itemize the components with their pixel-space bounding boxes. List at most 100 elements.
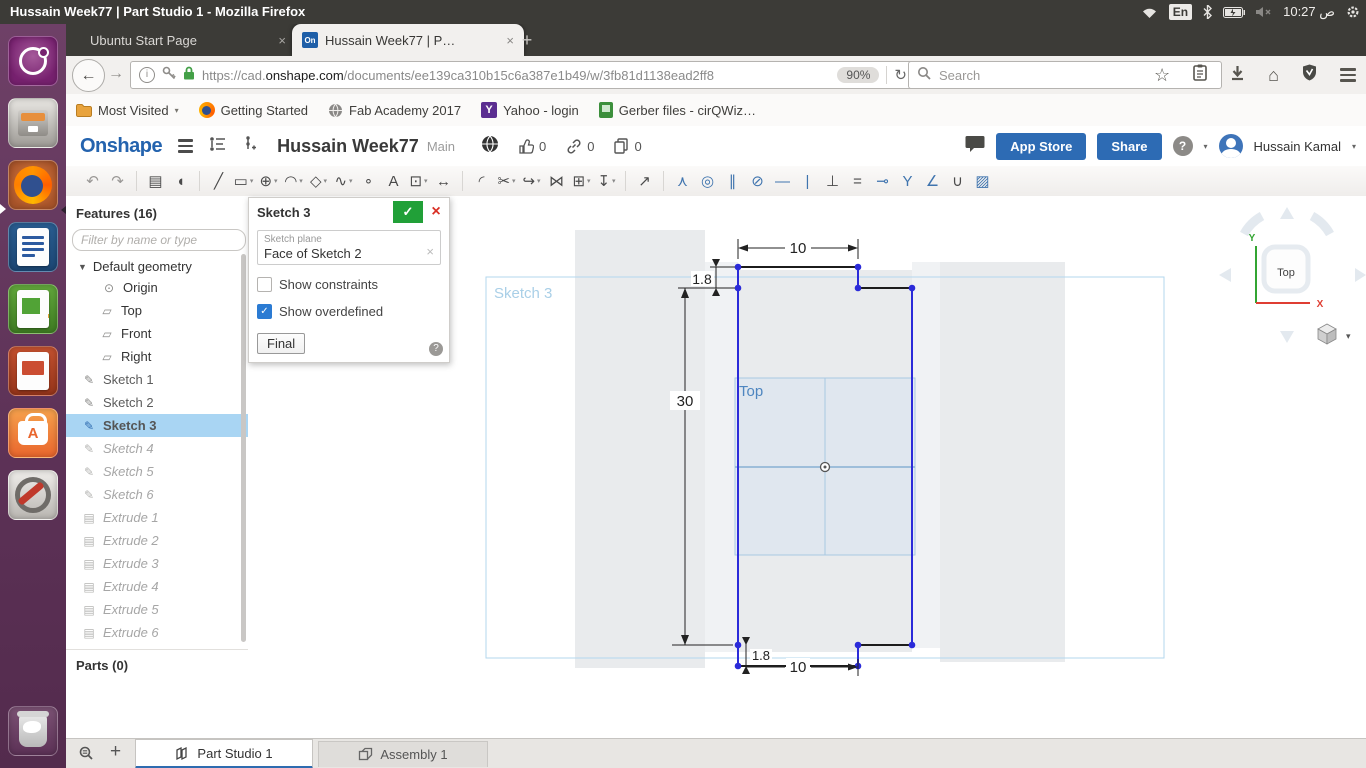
feature-item-sketch-4[interactable]: ✎ Sketch 4 xyxy=(66,437,248,460)
default-geometry-group[interactable]: ▼ Default geometry xyxy=(66,251,248,276)
dropdown-caret-icon[interactable]: ▾ xyxy=(324,177,328,185)
assembly-tab[interactable]: Assembly 1 xyxy=(318,741,488,767)
copy-counter[interactable]: 0 xyxy=(614,138,642,154)
sketch-icon[interactable]: ▤ xyxy=(143,169,168,193)
vertical-constraint-icon[interactable]: | xyxy=(795,169,820,193)
dropdown-caret-icon[interactable]: ▾ xyxy=(537,177,541,185)
help-icon[interactable]: ? xyxy=(1172,136,1193,156)
normal-constraint-icon[interactable]: ∠ xyxy=(920,169,945,193)
battery-icon[interactable] xyxy=(1223,6,1246,18)
equal-constraint-icon[interactable]: = xyxy=(845,169,870,193)
firefox-icon[interactable] xyxy=(8,160,58,210)
ubuntu-dash-icon[interactable] xyxy=(8,36,58,86)
libreoffice-calc-icon[interactable] xyxy=(8,284,58,334)
circle-tool-icon[interactable]: ⊕ ▾ xyxy=(256,169,281,193)
tangent-constraint-icon[interactable]: ⊘ xyxy=(745,169,770,193)
search-tabs-icon[interactable] xyxy=(78,745,96,766)
libreoffice-impress-icon[interactable] xyxy=(8,346,58,396)
point-tool-icon[interactable]: ∘ xyxy=(356,169,381,193)
cancel-x-button[interactable]: × xyxy=(423,201,449,223)
public-globe-icon[interactable] xyxy=(481,135,499,158)
menu-icon[interactable] xyxy=(1340,68,1356,82)
add-tab-button[interactable]: + xyxy=(110,741,121,763)
url-bar[interactable]: i https://cad.onshape.com/documents/ee13… xyxy=(130,61,916,89)
dropdown-caret-icon[interactable]: ▾ xyxy=(299,177,303,185)
page-info-icon[interactable]: i xyxy=(139,67,155,83)
dialog-help-icon[interactable]: ? xyxy=(429,342,443,356)
keyboard-layout-indicator[interactable]: En xyxy=(1168,4,1193,20)
feature-item-extrude-5[interactable]: ▤ Extrude 5 xyxy=(66,598,248,621)
help-caret-icon[interactable]: ▾ xyxy=(1204,142,1208,151)
document-menu-icon[interactable] xyxy=(178,139,194,153)
dropdown-caret-icon[interactable]: ▾ xyxy=(274,177,278,185)
dropdown-caret-icon[interactable]: ▾ xyxy=(424,177,428,185)
app-store-button[interactable]: App Store xyxy=(996,132,1087,160)
undo-icon[interactable]: ↶ xyxy=(80,169,105,193)
offset-tool-icon[interactable]: ⊡ ▾ xyxy=(406,169,431,193)
home-icon[interactable]: ⌂ xyxy=(1268,65,1279,86)
browser-tab-ubuntu-start[interactable]: Ubuntu Start Page × xyxy=(80,24,296,56)
feature-item-extrude-4[interactable]: ▤ Extrude 4 xyxy=(66,575,248,598)
tab-close-icon[interactable]: × xyxy=(278,33,286,48)
parallel-constraint-icon[interactable]: ∥ xyxy=(720,169,745,193)
browser-tab-onshape[interactable]: On Hussain Week77 | P… × xyxy=(292,24,524,56)
tab-close-icon[interactable]: × xyxy=(506,33,514,48)
extend-tool-icon[interactable]: ↪ ▾ xyxy=(519,169,544,193)
url-text[interactable]: https://cad.onshape.com/documents/ee139c… xyxy=(202,68,830,83)
feature-item-extrude-3[interactable]: ▤ Extrude 3 xyxy=(66,552,248,575)
software-center-icon[interactable]: A xyxy=(8,408,58,458)
show-constraints-checkbox[interactable]: ✓ xyxy=(257,277,272,292)
feature-item-extrude-2[interactable]: ▤ Extrude 2 xyxy=(66,529,248,552)
dim-bottom-step-value[interactable]: 1.8 xyxy=(752,648,770,663)
feature-item-front[interactable]: ▱ Front xyxy=(66,322,248,345)
horizontal-constraint-icon[interactable]: — xyxy=(770,169,795,193)
zoom-level-badge[interactable]: 90% xyxy=(837,67,880,83)
coincident-constraint-icon[interactable]: ⋏ xyxy=(670,169,695,193)
dropdown-caret-icon[interactable]: ▾ xyxy=(512,177,516,185)
view-mode-cube-icon[interactable]: ▾ xyxy=(1317,323,1351,345)
measure-icon[interactable]: ↗ xyxy=(632,169,657,193)
arc-tool-icon[interactable]: ◠ ▾ xyxy=(281,169,306,193)
dim-height-value[interactable]: 30 xyxy=(677,393,694,410)
user-caret-icon[interactable]: ▾ xyxy=(1352,142,1356,151)
system-settings-icon[interactable] xyxy=(8,470,58,520)
reading-list-icon[interactable] xyxy=(1193,64,1207,86)
like-counter[interactable]: 0 xyxy=(519,139,546,154)
shield-icon[interactable] xyxy=(1302,64,1317,86)
bookmark-most-visited[interactable]: Most Visited ▾ xyxy=(76,103,179,118)
wifi-icon[interactable] xyxy=(1141,6,1158,19)
polygon-tool-icon[interactable]: ◇ ▾ xyxy=(306,169,331,193)
feature-item-sketch-3[interactable]: ✎ Sketch 3 xyxy=(66,414,248,437)
rectangle-tool-icon[interactable]: ▭ ▾ xyxy=(231,169,256,193)
midpoint-constraint-icon[interactable]: ⊸ xyxy=(870,169,895,193)
bookmark-getting-started[interactable]: Getting Started xyxy=(198,102,308,118)
chevron-down-icon[interactable]: ▼ xyxy=(78,262,87,272)
features-filter-input[interactable] xyxy=(72,229,246,251)
show-overdefined-checkbox[interactable]: ✓ xyxy=(257,304,272,319)
clear-plane-icon[interactable]: × xyxy=(426,244,434,259)
final-button[interactable]: Final xyxy=(257,333,306,354)
trim-tool-icon[interactable]: ✂ ▾ xyxy=(494,169,519,193)
https-lock-icon[interactable] xyxy=(183,66,195,85)
fillet-tool-icon[interactable]: ◜ xyxy=(469,169,494,193)
part-studio-tab[interactable]: Part Studio 1 xyxy=(135,739,313,768)
view-cube[interactable]: Top Y X xyxy=(1219,207,1366,343)
share-button[interactable]: Share xyxy=(1097,132,1162,160)
pattern-tool-icon[interactable]: ⊞ ▾ xyxy=(569,169,594,193)
feature-item-sketch-2[interactable]: ✎ Sketch 2 xyxy=(66,391,248,414)
session-gear-icon[interactable] xyxy=(1346,5,1360,19)
insert-version-icon[interactable] xyxy=(243,135,257,157)
back-button[interactable]: ← xyxy=(72,59,105,92)
clock[interactable]: ص 10:27 xyxy=(1283,4,1335,20)
onshape-logo[interactable]: Onshape xyxy=(80,135,163,158)
dim-bottom-width-value[interactable]: 10 xyxy=(790,659,807,676)
show-constraints-row[interactable]: ✓ Show constraints xyxy=(257,277,441,292)
feature-item-origin[interactable]: ⊙ Origin xyxy=(66,276,248,299)
workspace-name[interactable]: Main xyxy=(427,139,455,154)
symmetric-constraint-icon[interactable]: Y xyxy=(895,169,920,193)
key-icon[interactable] xyxy=(162,66,176,85)
trash-icon[interactable] xyxy=(8,706,58,756)
dropdown-caret-icon[interactable]: ▾ xyxy=(612,177,616,185)
feature-item-extrude-1[interactable]: ▤ Extrude 1 xyxy=(66,506,248,529)
redo-icon[interactable]: ↷ xyxy=(105,169,130,193)
